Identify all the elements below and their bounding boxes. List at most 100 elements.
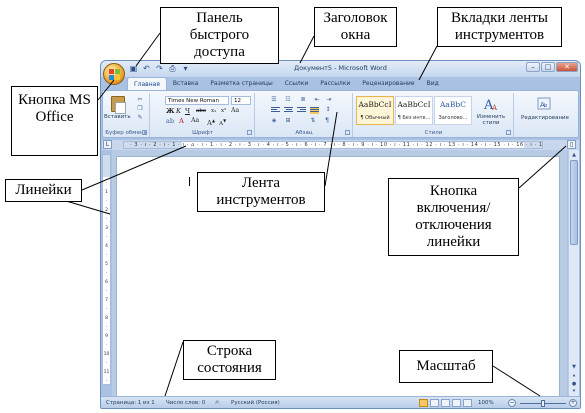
decrease-indent-icon[interactable]: ⇤ — [312, 96, 322, 104]
style-normal-sample: AaBbCcI — [358, 100, 392, 109]
maximize-button[interactable]: □ — [541, 62, 555, 72]
style-no-spacing-sample: AaBbCcI — [397, 100, 431, 109]
view-ruler-button[interactable]: ▯ — [567, 140, 576, 149]
zoom-out-icon[interactable]: − — [508, 399, 516, 407]
shading-icon[interactable]: ◈ — [269, 117, 279, 125]
font-name-select[interactable]: Times New Roman — [165, 96, 229, 105]
align-right-icon[interactable] — [297, 107, 306, 114]
scroll-up-icon[interactable]: ▲ — [570, 151, 578, 159]
paste-button-label[interactable]: Вставить — [104, 114, 131, 120]
style-heading[interactable]: AaBbC Заголово... — [434, 96, 472, 125]
styles-group-label: Стили — [424, 130, 443, 136]
change-styles-label[interactable]: Изменить стили — [472, 114, 510, 126]
status-language[interactable]: Русский (Россия) — [231, 399, 280, 407]
scrollbar-thumb[interactable] — [570, 160, 578, 245]
align-center-icon[interactable] — [284, 107, 293, 114]
font-group: Times New Roman 12 Ж К Ч abe x₂ x² Аа ab… — [151, 93, 255, 137]
style-no-spacing[interactable]: AaBbCcI ¶ Без инте... — [395, 96, 433, 125]
sort-icon[interactable]: ⇅ — [308, 117, 318, 125]
paragraph-group-label: Абзац — [295, 130, 313, 136]
strikethrough-button[interactable]: abe — [196, 107, 206, 115]
window-title: Документ5 - Microsoft Word — [294, 64, 387, 72]
tab-references[interactable]: Ссылки — [279, 77, 315, 90]
style-normal-name: ¶ Обычный — [360, 115, 390, 121]
styles-launcher-icon[interactable] — [506, 130, 511, 135]
cut-icon[interactable]: ✂ — [136, 96, 144, 103]
subscript-button[interactable]: x₂ — [211, 107, 216, 115]
font-color-icon[interactable]: А — [179, 117, 184, 125]
italic-button[interactable]: К — [176, 107, 181, 115]
print-layout-view-button[interactable] — [419, 399, 428, 407]
multilevel-list-icon[interactable]: ≣ — [298, 96, 308, 104]
tab-review[interactable]: Рецензирование — [356, 77, 420, 90]
callout-status-bar: Строка состояния — [183, 340, 276, 380]
change-case-button[interactable]: Аа — [231, 107, 239, 115]
text-cursor — [189, 177, 190, 186]
show-formatting-icon[interactable]: ¶ — [322, 117, 332, 125]
full-screen-reading-view-button[interactable] — [430, 399, 439, 407]
line-spacing-icon[interactable]: ↕ — [323, 106, 333, 114]
font-size-select[interactable]: 12 — [231, 96, 251, 105]
status-word-count[interactable]: Число слов: 0 — [166, 399, 205, 407]
horizontal-ruler[interactable]: · 3 · ı · 2 · ı · 1 · ı · ⌂ · ı · 1 · ı … — [123, 141, 543, 149]
zoom-slider-thumb[interactable] — [541, 400, 545, 407]
outline-view-button[interactable] — [452, 399, 461, 407]
styles-group: AaBbCcI ¶ Обычный AaBbCcI ¶ Без инте... … — [354, 93, 514, 137]
previous-page-icon[interactable]: ⯅ — [570, 372, 578, 380]
tab-home[interactable]: Главная — [127, 77, 167, 90]
status-page[interactable]: Страница: 1 из 1 — [106, 399, 155, 407]
align-left-icon[interactable] — [271, 107, 280, 114]
style-heading-name: Заголово... — [438, 115, 468, 121]
bold-button[interactable]: Ж — [166, 107, 175, 115]
grow-font-icon[interactable]: А▲ — [207, 117, 215, 127]
svg-text:A: A — [491, 104, 498, 112]
tab-mailings[interactable]: Рассылки — [314, 77, 356, 90]
clipboard-group: Вставить ✂ ❐ ✎ Буфер обмена — [103, 93, 150, 137]
zoom-in-icon[interactable]: + — [569, 399, 577, 407]
paste-icon[interactable] — [111, 96, 126, 114]
numbering-icon[interactable]: ☷ — [283, 96, 293, 104]
superscript-button[interactable]: x² — [221, 107, 226, 115]
style-normal[interactable]: AaBbCcI ¶ Обычный — [356, 96, 394, 125]
editing-button-label[interactable]: Редактирование — [515, 115, 575, 121]
font-group-label: Шрифт — [192, 130, 213, 136]
tab-insert[interactable]: Вставка — [167, 77, 204, 90]
web-layout-view-button[interactable] — [441, 399, 450, 407]
close-button[interactable]: ✕ — [556, 62, 578, 72]
increase-indent-icon[interactable]: ⇥ — [324, 96, 334, 104]
office-button[interactable] — [103, 63, 125, 85]
find-replace-icon[interactable]: Ab — [535, 96, 553, 112]
scroll-down-icon[interactable]: ▼ — [570, 363, 578, 371]
tab-page-layout[interactable]: Разметка страницы — [204, 77, 278, 90]
text-highlight-icon[interactable]: ab — [166, 117, 174, 125]
minimize-button[interactable]: – — [526, 62, 540, 72]
window-controls: – □ ✕ — [526, 62, 578, 72]
font-launcher-icon[interactable] — [247, 130, 252, 135]
vertical-scrollbar[interactable]: ▲ ▼ ⯅ ● ⯆ — [568, 150, 579, 397]
draft-view-button[interactable] — [463, 399, 472, 407]
office-logo-icon — [109, 69, 120, 80]
select-browse-object-icon[interactable]: ● — [570, 380, 578, 388]
tab-view[interactable]: Вид — [421, 77, 445, 90]
vertical-ruler[interactable]: · 1 · 2 · 3 · 4 · 5 · 6 · 7 · 8 · 9 · 10 · 11 · — [102, 154, 111, 385]
clear-formatting-icon[interactable]: Аа — [191, 117, 199, 125]
copy-icon[interactable]: ❐ — [136, 105, 144, 112]
tab-selector-icon[interactable]: L — [103, 140, 112, 149]
change-styles-icon[interactable]: AA — [482, 96, 500, 113]
spelling-check-icon[interactable]: ✍ — [215, 399, 220, 407]
editing-group: Ab Редактирование — [515, 93, 575, 137]
paragraph-launcher-icon[interactable] — [345, 130, 350, 135]
underline-button[interactable]: Ч — [185, 107, 190, 115]
clipboard-launcher-icon[interactable] — [142, 130, 147, 135]
format-painter-icon[interactable]: ✎ — [136, 114, 144, 121]
callout-window-title: Заголовок окна — [314, 7, 397, 47]
justify-icon[interactable] — [310, 107, 319, 114]
zoom-level[interactable]: 100% — [478, 399, 494, 407]
bullets-icon[interactable]: ☰ — [269, 96, 279, 104]
next-page-icon[interactable]: ⯆ — [570, 388, 578, 396]
paragraph-group: ☰ ☷ ≣ ⇤ ⇥ ↕ ◈ ⊞ ⇅ ¶ Абзац — [256, 93, 353, 137]
borders-icon[interactable]: ⊞ — [283, 117, 293, 125]
callout-zoom: Масштаб — [399, 350, 493, 383]
shrink-font-icon[interactable]: А▼ — [219, 117, 226, 128]
vertical-ruler-scale: · 1 · 2 · 3 · 4 · 5 · 6 · 7 · 8 · 9 · 10 · 11 · — [103, 181, 110, 384]
